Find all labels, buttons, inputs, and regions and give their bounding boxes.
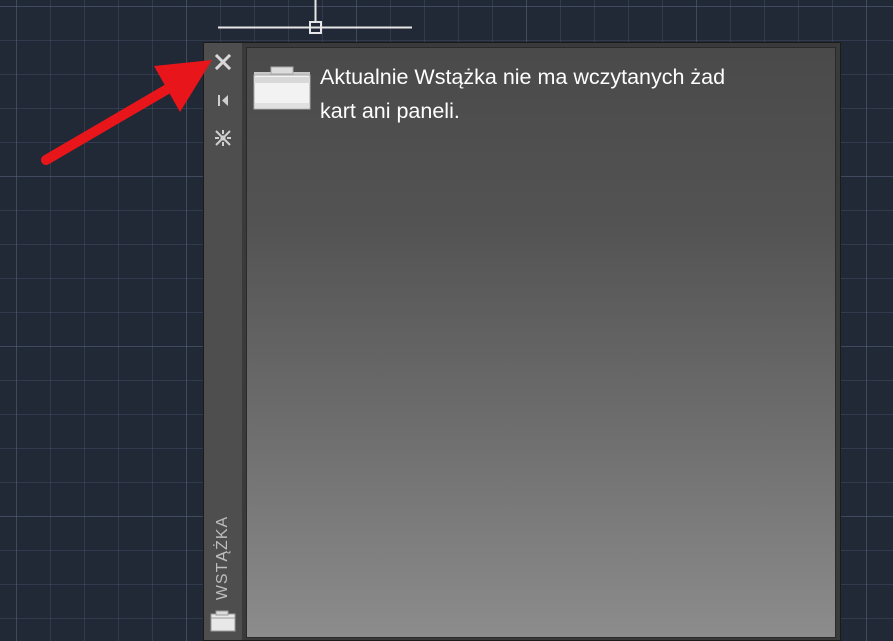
ribbon-palette: WSTĄŻKA Aktualnie Wstążka nie ma wczytan… — [203, 42, 841, 641]
palette-title-bar[interactable]: WSTĄŻKA — [204, 43, 242, 640]
auto-hide-icon — [218, 95, 228, 106]
palette-content: Aktualnie Wstążka nie ma wczytanych żad … — [246, 47, 836, 638]
properties-button[interactable] — [212, 127, 234, 149]
ribbon-icon — [253, 65, 311, 115]
auto-hide-button[interactable] — [212, 89, 234, 111]
close-button[interactable] — [212, 51, 234, 73]
ribbon-icon-small — [210, 610, 236, 636]
message-line-1: Aktualnie Wstążka nie ma wczytanych żad — [320, 65, 726, 89]
message-line-2: kart ani paneli. — [320, 99, 460, 123]
close-icon — [215, 54, 231, 70]
palette-title-text: WSTĄŻKA — [214, 515, 231, 601]
empty-ribbon-message: Aktualnie Wstążka nie ma wczytanych żad … — [320, 60, 835, 128]
properties-icon — [215, 130, 231, 146]
